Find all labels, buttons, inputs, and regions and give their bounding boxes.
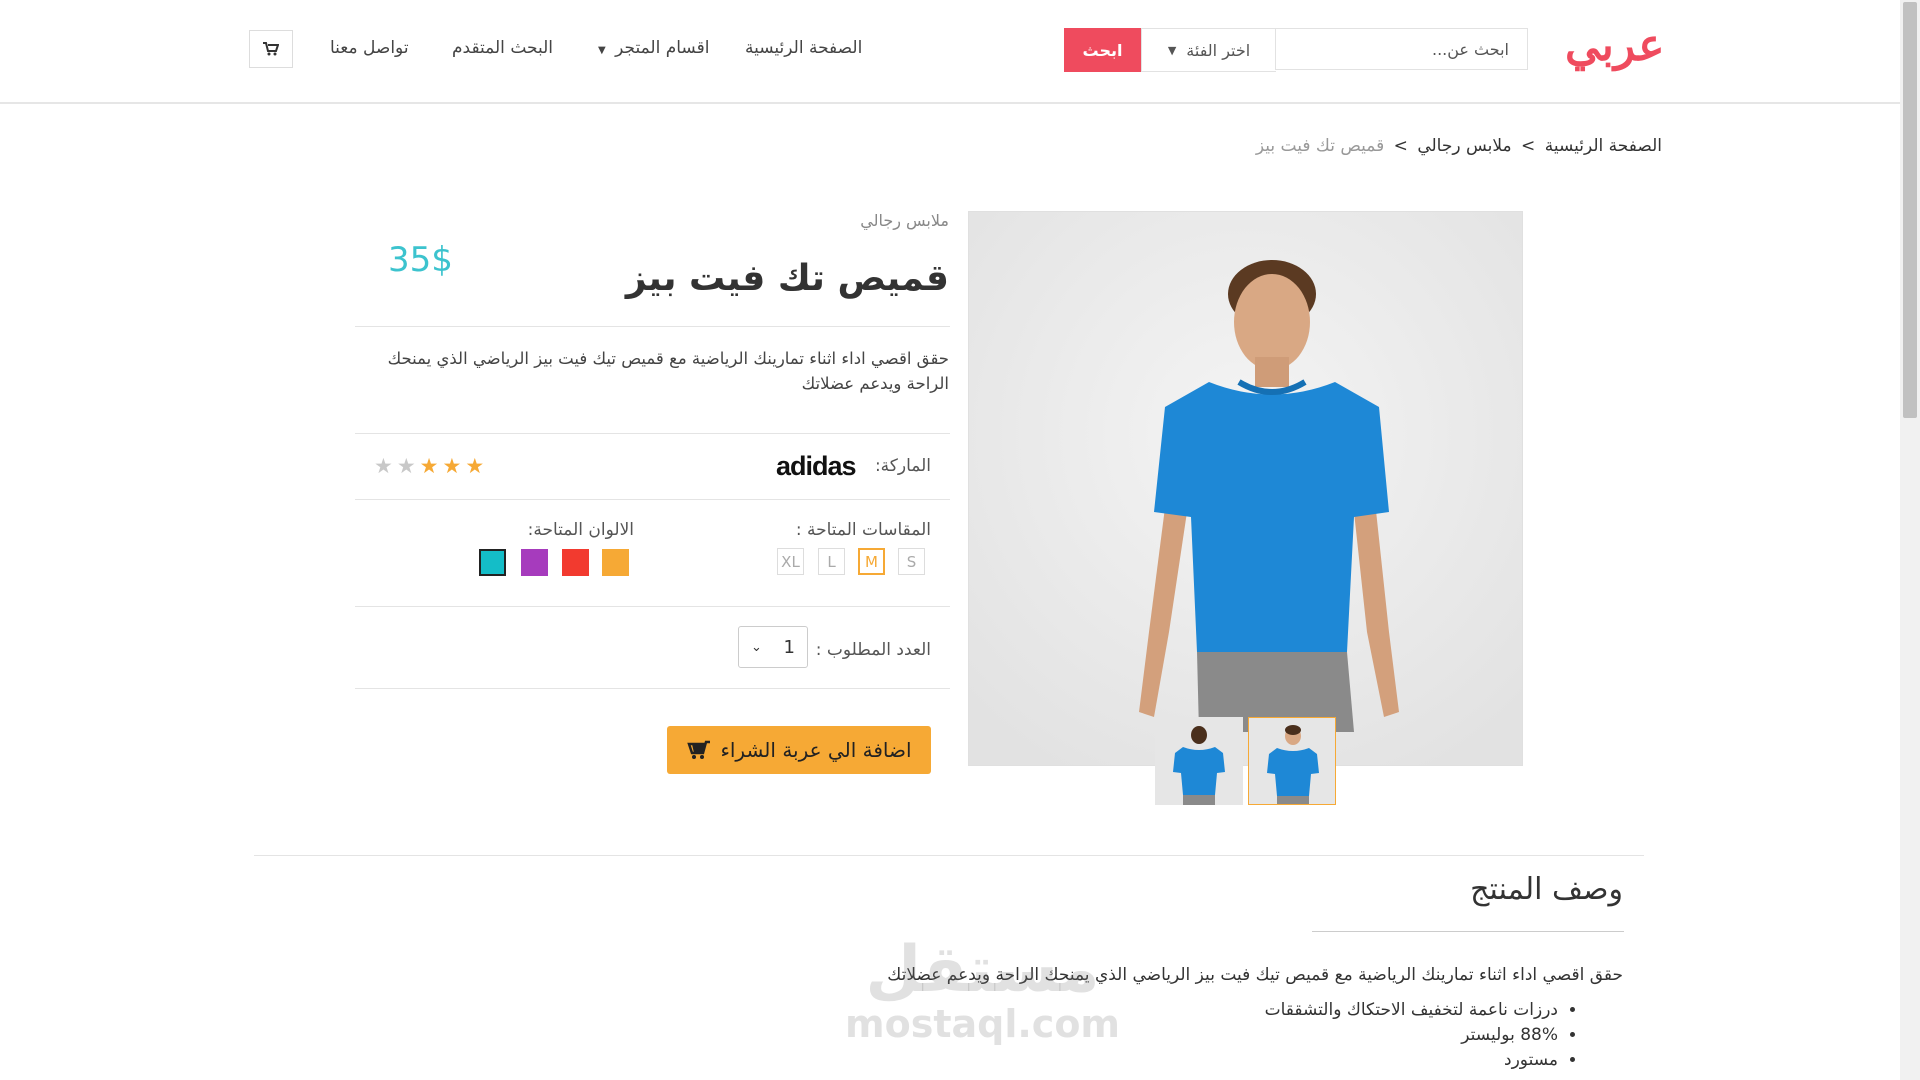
site-logo[interactable]: عربي xyxy=(1565,20,1664,71)
nav-store-sections[interactable]: اقسام المتجر ▼ xyxy=(598,38,709,58)
color-swatch-cyan-selected[interactable] xyxy=(479,549,506,576)
divider xyxy=(355,606,950,607)
watermark: مستقل mostaql.com xyxy=(845,938,1120,1046)
chevron-down-icon: ⌄ xyxy=(751,639,762,655)
thumbnail-photo-front xyxy=(1249,718,1335,804)
add-to-cart-button[interactable]: اضافة الي عربة الشراء xyxy=(667,726,931,774)
nav-contact[interactable]: تواصل معنا xyxy=(330,38,409,58)
breadcrumb-category[interactable]: ملابس رجالي xyxy=(1417,136,1511,156)
nav-store-sections-label: اقسام المتجر xyxy=(615,38,710,58)
quantity-label: العدد المطلوب : xyxy=(815,640,931,660)
product-short-description: حقق اقصي اداء اثناء تمارينك الرياضية مع … xyxy=(387,349,949,393)
breadcrumb-separator: > xyxy=(1521,136,1536,156)
brand-logo: adidas xyxy=(776,451,857,481)
size-option-m[interactable]: M xyxy=(858,548,885,575)
rating-stars: ★ ★ ★ ★ ★ xyxy=(374,454,484,478)
product-thumbnail-active[interactable] xyxy=(1248,717,1336,805)
search-button[interactable]: ابحث xyxy=(1064,28,1141,72)
breadcrumb: الصفحة الرئيسية > ملابس رجالي > قميص تك … xyxy=(1256,136,1662,156)
size-option-xl[interactable]: XL xyxy=(777,548,804,575)
site-header: عربي ابحث اختر الفئة ▼ الصفحة الرئيسية ا… xyxy=(0,0,1900,104)
color-swatch-purple[interactable] xyxy=(521,549,548,576)
brand-label: الماركة: xyxy=(874,456,931,476)
description-title-underline xyxy=(1312,931,1624,932)
list-item: درزات ناعمة لتخفيف الاحتكاك والتشققات xyxy=(1265,998,1558,1023)
nav-home[interactable]: الصفحة الرئيسية xyxy=(745,38,862,58)
product-main-image[interactable] xyxy=(968,211,1523,766)
shopping-cart-icon xyxy=(687,740,711,759)
star-icon-empty: ★ xyxy=(396,454,416,478)
breadcrumb-home[interactable]: الصفحة الرئيسية xyxy=(1545,136,1662,156)
scrollbar-thumb[interactable] xyxy=(1903,2,1917,418)
category-select-label: اختر الفئة xyxy=(1186,40,1251,60)
divider xyxy=(355,326,950,327)
add-to-cart-label: اضافة الي عربة الشراء xyxy=(720,738,912,762)
section-divider xyxy=(254,855,1644,856)
caret-down-icon: ▼ xyxy=(1167,43,1177,57)
colors-label: الالوان المتاحة: xyxy=(527,520,634,540)
sizes-label: المقاسات المتاحة : xyxy=(795,520,931,540)
size-option-s[interactable]: S xyxy=(898,548,925,575)
search-input[interactable] xyxy=(1275,28,1528,70)
list-item: مستورد xyxy=(1265,1048,1558,1073)
quantity-select[interactable]: ⌄ 1 xyxy=(738,626,808,668)
page-scrollbar[interactable] xyxy=(1900,0,1920,1080)
star-icon-empty: ★ xyxy=(374,454,393,478)
color-swatch-red[interactable] xyxy=(562,549,589,576)
star-icon-filled: ★ xyxy=(419,454,439,478)
color-swatch-orange[interactable] xyxy=(602,549,629,576)
category-select[interactable]: اختر الفئة ▼ xyxy=(1141,28,1276,72)
star-icon-filled: ★ xyxy=(442,454,462,478)
product-category[interactable]: ملابس رجالي xyxy=(860,211,949,230)
product-photo xyxy=(969,212,1522,765)
header-cart-button[interactable] xyxy=(249,30,293,68)
product-title: قميص تك فيت بيز xyxy=(625,258,949,299)
description-title: وصف المنتج xyxy=(1470,872,1623,907)
breadcrumb-current: قميص تك فيت بيز xyxy=(1255,136,1385,156)
watermark-arabic: مستقل xyxy=(865,933,1100,1007)
product-price: 35$ xyxy=(388,240,453,280)
list-item: 88% بوليستر xyxy=(1265,1023,1558,1048)
caret-down-icon: ▼ xyxy=(598,45,606,56)
description-bullets: درزات ناعمة لتخفيف الاحتكاك والتشققات 88… xyxy=(1265,998,1580,1073)
divider xyxy=(355,688,950,689)
size-option-l[interactable]: L xyxy=(818,548,845,575)
product-thumbnail[interactable] xyxy=(1155,717,1243,805)
shopping-cart-icon xyxy=(263,42,279,56)
divider xyxy=(355,433,950,434)
star-icon-filled: ★ xyxy=(465,454,485,478)
search-bar: ابحث اختر الفئة ▼ xyxy=(1064,28,1528,72)
thumbnail-photo-back xyxy=(1155,717,1243,805)
watermark-latin: mostaql.com xyxy=(845,1002,1121,1046)
breadcrumb-separator: > xyxy=(1393,136,1408,156)
nav-advanced-search[interactable]: البحث المتقدم xyxy=(452,38,553,58)
quantity-value: 1 xyxy=(783,636,795,658)
divider xyxy=(355,499,950,500)
